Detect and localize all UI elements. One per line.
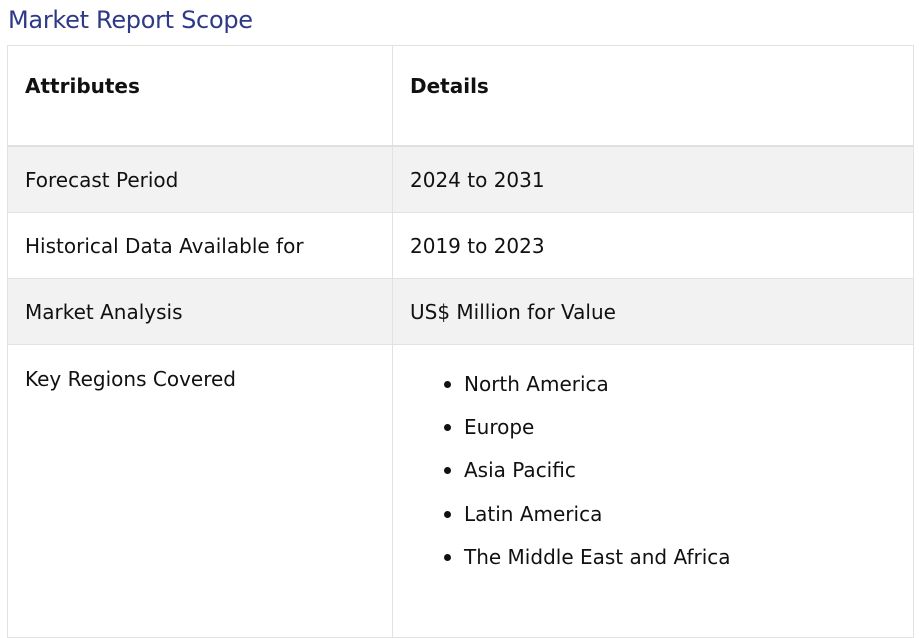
list-item: Asia Pacific xyxy=(444,458,913,501)
table-row: Forecast Period 2024 to 2031 xyxy=(7,145,914,213)
region-label: North America xyxy=(464,372,609,396)
regions-list: North America Europe Asia Pacific Latin … xyxy=(410,372,913,588)
region-label: Latin America xyxy=(464,501,603,526)
market-scope-table: Attributes Details Forecast Period 2024 … xyxy=(7,45,914,638)
page-title: Market Report Scope xyxy=(8,6,253,34)
table-row: Key Regions Covered North America Europe… xyxy=(7,344,914,638)
header-details: Details xyxy=(392,45,914,147)
list-item: North America xyxy=(444,372,913,415)
detail-cell: 2024 to 2031 xyxy=(392,145,914,213)
attribute-cell: Key Regions Covered xyxy=(7,344,393,638)
list-item: The Middle East and Africa xyxy=(444,545,913,588)
region-label: Asia Pacific xyxy=(464,458,576,483)
list-item: Latin America xyxy=(444,502,913,545)
bullet-icon xyxy=(444,381,451,388)
table-row: Historical Data Available for 2019 to 20… xyxy=(7,212,914,279)
bullet-icon xyxy=(444,424,451,432)
bullet-icon xyxy=(444,467,451,475)
bullet-icon xyxy=(444,553,451,561)
header-attributes: Attributes xyxy=(7,45,393,147)
table-row: Market Analysis US$ Million for Value xyxy=(7,278,914,345)
regions-cell: North America Europe Asia Pacific Latin … xyxy=(392,344,914,638)
bullet-icon xyxy=(444,510,451,518)
table-header-row: Attributes Details xyxy=(7,45,914,147)
attribute-cell: Forecast Period xyxy=(7,145,393,213)
attribute-cell: Historical Data Available for xyxy=(7,212,393,279)
attribute-cell: Market Analysis xyxy=(7,278,393,345)
detail-cell: 2019 to 2023 xyxy=(392,212,914,279)
list-item: Europe xyxy=(444,415,913,458)
region-label: The Middle East and Africa xyxy=(464,544,731,569)
detail-cell: US$ Million for Value xyxy=(392,278,914,345)
region-label: Europe xyxy=(464,415,535,440)
